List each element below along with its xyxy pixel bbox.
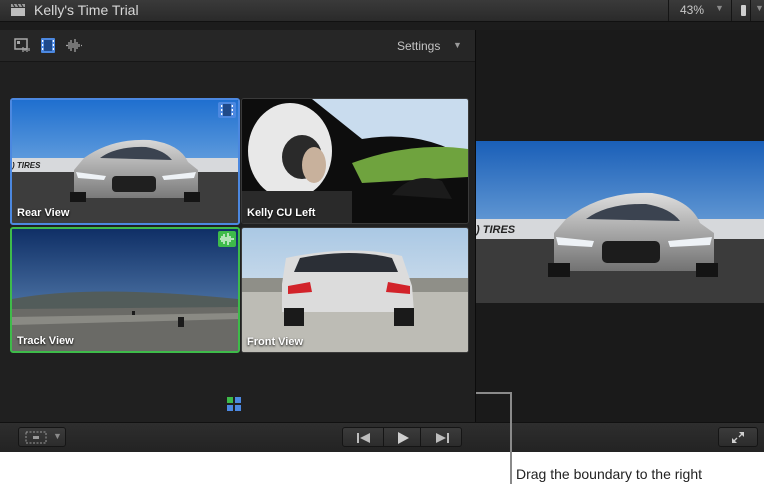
final-cut-window: Kelly's Time Trial 43% ▼ ▼ Settings ▼) … [0,0,764,452]
play-icon [398,432,409,444]
svg-text:) TIRES: ) TIRES [476,224,516,236]
angle-tile-rear-view[interactable]: ) TIRES Rear View [10,98,240,225]
previous-angle-button[interactable] [342,427,384,447]
audio-waveform-icon[interactable] [65,38,83,53]
project-title: Kelly's Time Trial [34,2,139,18]
title-bar: Kelly's Time Trial 43% ▼ ▼ [0,0,764,22]
audio-waveform-icon [218,231,236,247]
callout-line [476,392,511,394]
angle-label: Kelly CU Left [247,207,316,219]
previous-angle-icon [357,433,370,443]
angle-label: Track View [17,335,74,347]
clip-appearance-icon [25,431,47,444]
film-strip-icon[interactable] [41,38,55,53]
angle-viewer: Settings ▼ ) TIRES Rear View Kelly CU Le… [0,30,476,422]
svg-text:) TIRES: ) TIRES [12,161,41,170]
video-frame: ) TIRES [476,141,764,303]
viewer: ) TIRES [476,30,764,422]
divider [731,0,732,21]
bottom-toolbar: ▼ [0,422,764,452]
play-button[interactable] [383,427,421,447]
angle-label: Rear View [17,207,70,219]
zoom-level[interactable]: 43% [680,3,704,17]
divider [668,0,669,21]
chevron-down-icon[interactable]: ▼ [755,3,764,13]
divider [750,0,751,21]
video-thumbnail [242,99,468,223]
video-thumbnail [12,229,238,351]
angle-toolbar: Settings ▼ [0,30,475,62]
angle-tile-front-view[interactable]: Front View [241,227,469,353]
film-strip-icon [218,102,236,118]
angle-tile-track-view[interactable]: Track View [10,227,240,353]
fullscreen-icon [732,432,744,443]
chevron-down-icon[interactable]: ▼ [715,3,724,13]
callout-text: Drag the boundary to the right [516,466,703,482]
video-thumbnail [242,228,468,352]
next-angle-icon [436,433,449,443]
view-options-icon[interactable] [741,5,746,16]
fullscreen-button[interactable] [718,427,758,447]
viewer-video-frame: ) TIRES [476,141,764,303]
video-thumbnail: ) TIRES [12,100,238,223]
next-angle-button[interactable] [420,427,462,447]
clapper-icon [11,3,25,16]
clip-appearance-button[interactable]: ▼ [18,427,66,447]
chevron-down-icon[interactable]: ▼ [453,40,462,50]
switch-video-audio-icon[interactable] [14,38,31,53]
angle-tile-kelly-cu-left[interactable]: Kelly CU Left [241,98,469,224]
angle-label: Front View [247,336,304,348]
angle-bank-icon[interactable] [227,397,241,411]
chevron-down-icon: ▼ [53,431,62,441]
settings-menu[interactable]: Settings [397,39,440,53]
callout-line [510,392,512,484]
